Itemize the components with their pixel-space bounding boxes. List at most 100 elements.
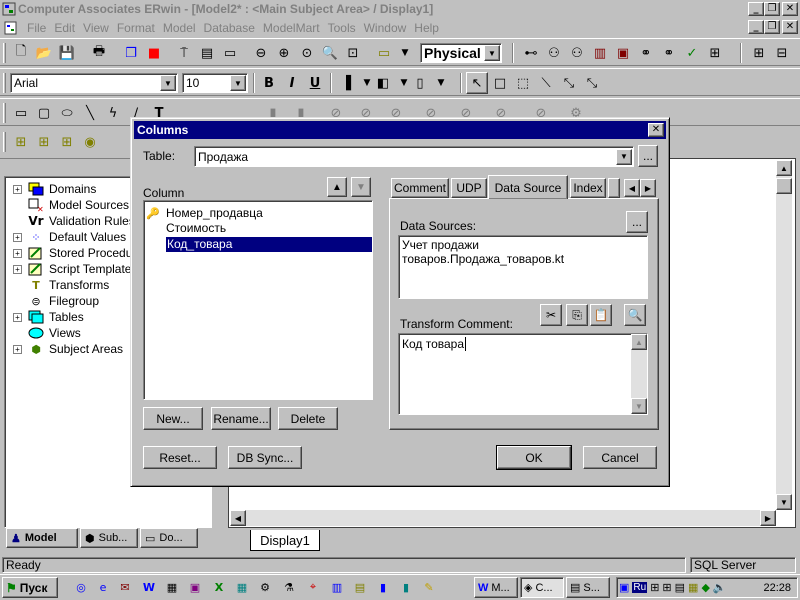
ql-app11-icon[interactable]: ✎ — [420, 578, 438, 596]
scroll-right-icon[interactable]: ▶ — [760, 510, 776, 526]
color-icon[interactable]: ■ — [143, 42, 165, 64]
many-to-many-tool-icon[interactable]: ⤡ — [558, 72, 580, 94]
menu-view[interactable]: View — [79, 21, 113, 35]
scroll-up-icon[interactable]: ▲ — [631, 334, 647, 350]
expand-icon[interactable]: + — [13, 232, 22, 242]
comment-scrollbar[interactable]: ▲ ▼ — [631, 334, 647, 414]
scroll-thumb[interactable] — [776, 178, 792, 194]
italic-button[interactable]: I — [281, 72, 303, 94]
menu-edit[interactable]: Edit — [50, 21, 79, 35]
tab-scroll-left-icon[interactable]: ◀ — [624, 179, 640, 197]
scroll-down-icon[interactable]: ▼ — [776, 494, 792, 510]
chevron-down-icon[interactable]: ▼ — [484, 45, 500, 61]
reset-button[interactable]: Reset... — [143, 446, 217, 469]
ok-button[interactable]: OK — [496, 445, 572, 470]
fill-color-icon[interactable]: ◧ — [372, 72, 394, 94]
chevron-down-icon[interactable]: ▼ — [230, 75, 246, 91]
scroll-down-icon[interactable]: ▼ — [631, 398, 647, 414]
tray-icon-3[interactable]: ▤ — [675, 581, 685, 594]
scroll-left-icon[interactable]: ◀ — [230, 510, 246, 526]
task-other[interactable]: ▤ S... — [566, 577, 610, 598]
paste-icon[interactable]: 📋 — [590, 304, 612, 326]
move-up-button[interactable]: ▲ — [327, 177, 347, 197]
entity-tool-icon[interactable]: □ — [489, 72, 511, 94]
tab-index[interactable]: Index — [570, 178, 606, 198]
font-color-icon[interactable]: ▐ — [335, 72, 357, 94]
layout2-icon[interactable]: ⊟ — [771, 42, 793, 64]
tray-icon-4[interactable]: ▦ — [688, 581, 698, 594]
non-identifying-tool-icon[interactable]: ⤡ — [581, 72, 603, 94]
line-color-dropdown-icon[interactable]: ▼ — [430, 72, 452, 94]
polyline-tool-icon[interactable]: ϟ — [102, 102, 124, 124]
cut-icon[interactable]: ✂ — [540, 304, 562, 326]
new-button[interactable]: New... — [143, 407, 203, 430]
tab-model[interactable]: ♟ Model — [6, 528, 78, 548]
pointer-tool-icon[interactable]: ↖ — [466, 72, 488, 94]
line-tool-icon[interactable]: ╲ — [79, 102, 101, 124]
toolbar-grip[interactable] — [3, 73, 6, 93]
dialog-close-button[interactable]: ✕ — [648, 123, 664, 137]
menu-modelmart[interactable]: ModelMart — [259, 21, 324, 35]
scroll-up-icon[interactable]: ▲ — [776, 160, 792, 176]
subtype-tool-icon[interactable]: ⬚ — [512, 72, 534, 94]
toolbar-grip[interactable] — [3, 132, 6, 152]
restore-button[interactable]: ❐ — [764, 2, 780, 16]
tab-udp[interactable]: UDP — [451, 178, 487, 198]
layout-icon[interactable]: ⊞ — [748, 42, 770, 64]
tool-a-icon[interactable]: ⊞ — [10, 131, 32, 153]
speaker-icon[interactable]: 🔈 — [713, 581, 727, 594]
expand-icon[interactable]: + — [13, 312, 22, 322]
horizontal-scrollbar[interactable]: ◀ ▶ — [230, 510, 776, 526]
start-button[interactable]: ⚑ Пуск — [2, 577, 58, 598]
tab-subject-areas[interactable]: ⬢ Sub... — [80, 528, 138, 548]
table-icon[interactable]: ▣ — [612, 42, 634, 64]
tree-item-transforms[interactable]: T Transforms — [13, 277, 109, 293]
new-file-icon[interactable]: 🗋 — [10, 42, 32, 64]
child-restore-button[interactable]: ❐ — [764, 20, 780, 34]
column-list[interactable]: 🔑 Номер_продавца Стоимость Код_товара — [143, 200, 373, 400]
tab-comment[interactable]: Comment — [391, 178, 449, 198]
tab-scroll-right-icon[interactable]: ▶ — [640, 179, 656, 197]
hierarchy-icon[interactable]: ⚇ — [543, 42, 565, 64]
ql-app8-icon[interactable]: ▤ — [351, 578, 369, 596]
tree-item-domains[interactable]: + Domains — [13, 181, 96, 197]
ql-app4-icon[interactable]: ⚙ — [256, 578, 274, 596]
zoom-page-icon[interactable]: ⊡ — [342, 42, 364, 64]
task-erwin[interactable]: ◈ C... — [520, 577, 564, 598]
tree-item-default-values[interactable]: + ⁘ Default Values — [13, 229, 126, 245]
page-icon[interactable]: ▤ — [196, 42, 218, 64]
print-icon[interactable]: 🖶 — [88, 42, 110, 64]
zoom-in-icon[interactable]: ⊕ — [273, 42, 295, 64]
menu-tools[interactable]: Tools — [324, 21, 360, 35]
toolbar-grip[interactable] — [3, 103, 6, 123]
check-icon[interactable]: ✓ — [681, 42, 703, 64]
tray-icon-2[interactable]: ⊞ — [662, 581, 671, 594]
tree-item-tables[interactable]: + Tables — [13, 309, 84, 325]
tree-item-validation-rules[interactable]: Vr Validation Rules — [13, 213, 134, 229]
underline-button[interactable]: U — [304, 72, 326, 94]
tab-domains[interactable]: ▭ Do... — [140, 528, 198, 548]
open-folder-icon[interactable]: 📂 — [33, 42, 55, 64]
link-icon[interactable]: ⚭ — [635, 42, 657, 64]
chevron-down-icon[interactable]: ▼ — [616, 148, 632, 165]
clock[interactable]: 22:28 — [763, 582, 791, 594]
tree-icon[interactable]: ⚇ — [566, 42, 588, 64]
tool-b-icon[interactable]: ⊞ — [33, 131, 55, 153]
list-item-selected[interactable]: Код_товара — [166, 237, 372, 252]
ql-app1-icon[interactable]: ▦ — [163, 578, 181, 596]
expand-icon[interactable]: + — [13, 264, 22, 274]
relationship-icon[interactable]: ⊷ — [520, 42, 542, 64]
ql-app9-icon[interactable]: ▮ — [374, 578, 392, 596]
model-view-select[interactable]: Physical ▼ — [420, 43, 502, 63]
db-sync-button[interactable]: DB Sync... — [228, 446, 302, 469]
task-word[interactable]: W M... — [474, 577, 518, 598]
font-name-select[interactable]: Arial ▼ — [10, 73, 178, 93]
preview-icon[interactable]: 🔍 — [624, 304, 646, 326]
toolbar-grip[interactable] — [3, 43, 6, 63]
link2-icon[interactable]: ⚭ — [658, 42, 680, 64]
font-size-select[interactable]: 10 ▼ — [182, 73, 248, 93]
display-icon[interactable]: ▭ — [373, 42, 395, 64]
pin-icon[interactable]: ⍑ — [173, 42, 195, 64]
tab-overflow[interactable] — [608, 178, 620, 198]
language-indicator[interactable]: Ru — [632, 582, 648, 593]
